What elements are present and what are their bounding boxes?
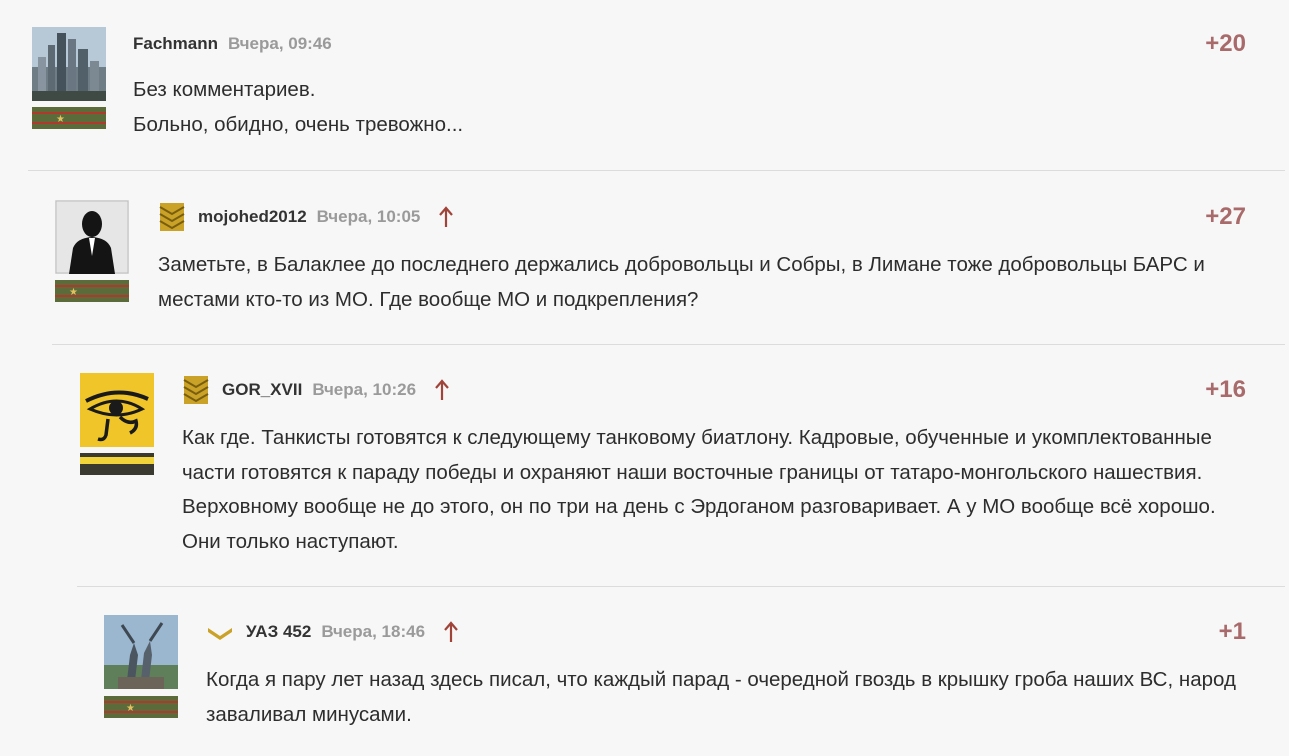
- avatar[interactable]: [104, 615, 178, 689]
- comment-time: Вчера, 18:46: [321, 622, 426, 641]
- sergeant-chevron-icon: [183, 376, 209, 404]
- author-name[interactable]: GOR_XVII: [222, 380, 302, 400]
- monument-avatar: [104, 615, 178, 689]
- city-skyline-avatar: [32, 27, 106, 101]
- avatar[interactable]: [32, 27, 106, 101]
- divider: [77, 586, 1285, 587]
- comment-text: Без комментариев. Больно, обидно, очень …: [133, 73, 1249, 142]
- divider: [28, 170, 1285, 171]
- rank-badge: [80, 453, 154, 475]
- comment-line: Больно, обидно, очень тревожно...: [133, 112, 464, 136]
- svg-text:★: ★: [126, 703, 135, 714]
- rank-badge: ★: [55, 280, 129, 302]
- comment-text: Заметьте, в Балаклее до последнего держа…: [158, 248, 1249, 317]
- comment-time: Вчера, 09:46: [228, 34, 332, 53]
- author-name[interactable]: mojohed2012: [198, 207, 307, 227]
- comment-line: Заметьте, в Балаклее до последнего держа…: [158, 253, 1205, 311]
- comment-line: Без комментариев.: [133, 78, 316, 101]
- comment-time: Вчера, 10:26: [312, 380, 417, 399]
- divider: [52, 344, 1285, 345]
- comment-header: Fachmann Вчера, 09:46: [133, 30, 350, 58]
- author-name[interactable]: Fachmann: [133, 34, 218, 54]
- comment-header: mojohed2012 Вчера, 10:05: [158, 203, 454, 231]
- comment-score: +16: [1205, 376, 1246, 403]
- avatar[interactable]: [55, 200, 129, 274]
- parent-comment-arrow-icon[interactable]: [438, 205, 454, 229]
- comment-score: +20: [1205, 30, 1246, 57]
- eye-of-horus-avatar: [80, 373, 154, 447]
- sergeant-chevron-icon: [159, 203, 185, 231]
- rank-badge: ★: [32, 107, 106, 129]
- rank-badge: ★: [104, 696, 178, 718]
- comment-score: +27: [1205, 203, 1246, 230]
- corporal-chevron-icon: [208, 628, 232, 640]
- suit-silhouette-avatar: [55, 200, 129, 274]
- author-name[interactable]: УАЗ 452: [246, 622, 311, 642]
- comment-time: Вчера, 10:05: [316, 207, 421, 226]
- comment-header: УАЗ 452 Вчера, 18:46: [206, 618, 459, 646]
- svg-text:★: ★: [56, 114, 65, 125]
- svg-text:★: ★: [69, 287, 78, 298]
- parent-comment-arrow-icon[interactable]: [434, 378, 450, 402]
- parent-comment-arrow-icon[interactable]: [443, 620, 459, 644]
- comment-score: +1: [1218, 618, 1246, 645]
- comment-header: GOR_XVII Вчера, 10:26: [182, 376, 450, 404]
- comment-line: Как где. Танкисты готовятся к следующему…: [182, 426, 1216, 553]
- comment-text: Когда я пару лет назад здесь писал, что …: [206, 663, 1249, 732]
- comment-text: Как где. Танкисты готовятся к следующему…: [182, 421, 1249, 559]
- comment-line: Когда я пару лет назад здесь писал, что …: [206, 668, 1236, 726]
- avatar[interactable]: [80, 373, 154, 447]
